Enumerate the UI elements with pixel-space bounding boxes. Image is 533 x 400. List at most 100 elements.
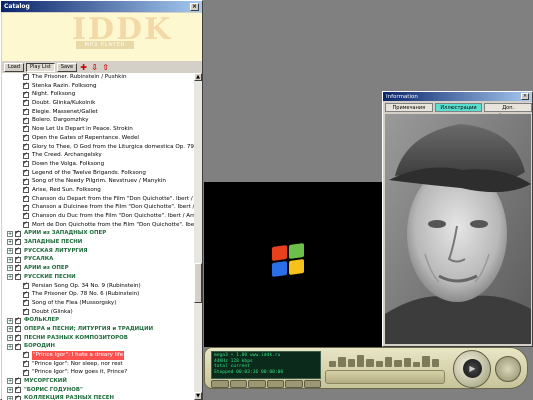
add-icon[interactable]: ✚: [79, 63, 88, 72]
row-checkbox[interactable]: [23, 107, 29, 116]
tab-extra-info[interactable]: Доп. информация: [484, 103, 533, 119]
song-row[interactable]: Arise, Red Sun. Folksong: [2, 185, 194, 195]
load-button[interactable]: Load: [4, 63, 24, 72]
song-row[interactable]: Down the Volga. Folksong: [2, 159, 194, 169]
category-row[interactable]: + БОРОДИН: [2, 342, 194, 351]
transport-button[interactable]: [303, 380, 321, 388]
tab-notes[interactable]: Примечания: [385, 103, 433, 112]
volume-slider[interactable]: [325, 370, 445, 384]
row-checkbox[interactable]: [23, 368, 29, 376]
move-down-icon[interactable]: ⇩: [90, 63, 99, 72]
row-checkbox[interactable]: [23, 116, 29, 124]
row-checkbox[interactable]: [23, 90, 29, 98]
song-row[interactable]: Persian Song Op. 34 No. 9 (Rubinstein): [2, 281, 194, 291]
category-row[interactable]: + РУССКИЕ ПЕСНИ: [2, 272, 194, 282]
info-close-button[interactable]: ×: [521, 93, 529, 100]
expand-icon[interactable]: +: [7, 378, 13, 385]
song-row[interactable]: The Prisoner Op. 78 No. 6 (Rubinstein): [2, 290, 194, 299]
row-checkbox[interactable]: [15, 246, 21, 255]
song-row[interactable]: Now Let Us Depart in Peace. Strokin: [2, 124, 194, 134]
category-row[interactable]: + ПЕСНИ РАЗНЫХ КОМПОЗИТОРОВ: [2, 333, 194, 343]
row-checkbox[interactable]: [15, 385, 21, 394]
row-checkbox[interactable]: [23, 133, 29, 142]
row-checkbox[interactable]: [15, 394, 21, 400]
row-checkbox[interactable]: [23, 124, 29, 133]
row-checkbox[interactable]: [23, 142, 29, 151]
song-row[interactable]: Night. Folksong: [2, 90, 194, 99]
song-row[interactable]: Elegie. Massenet/Gallet: [2, 107, 194, 117]
play-icon[interactable]: ▶: [463, 359, 482, 378]
song-row[interactable]: Stenka Razin. Folksong: [2, 81, 194, 91]
catalog-titlebar[interactable]: Catalog ×: [1, 1, 202, 12]
song-row[interactable]: Open the Gates of Repentance. Wedel: [2, 133, 194, 143]
expand-icon[interactable]: +: [7, 274, 13, 281]
row-checkbox[interactable]: [23, 168, 29, 177]
row-checkbox[interactable]: [23, 194, 29, 203]
row-checkbox[interactable]: [23, 185, 29, 194]
row-checkbox[interactable]: [23, 159, 29, 168]
row-checkbox[interactable]: [15, 237, 21, 246]
category-row[interactable]: + ЗАПАДНЫЕ ПЕСНИ: [2, 237, 194, 247]
video-display[interactable]: [204, 182, 382, 347]
song-row[interactable]: The Creed. Archangelsky: [2, 151, 194, 160]
row-checkbox[interactable]: [23, 98, 29, 107]
info-titlebar[interactable]: Information ×: [383, 92, 532, 101]
tab-illustrations[interactable]: Иллюстрации: [434, 103, 483, 112]
row-checkbox[interactable]: [23, 211, 29, 220]
save-button[interactable]: Save: [56, 63, 78, 72]
transport-button[interactable]: [285, 380, 303, 388]
row-checkbox[interactable]: [15, 255, 21, 263]
expand-icon[interactable]: +: [7, 230, 13, 237]
category-row[interactable]: + "БОРИС ГОДУНОВ": [2, 385, 194, 395]
expand-icon[interactable]: +: [7, 387, 13, 394]
song-row[interactable]: Doubt. Glinka/Kukolnik: [2, 98, 194, 108]
row-checkbox[interactable]: [23, 220, 29, 229]
stop-knob[interactable]: [495, 356, 521, 382]
move-up-icon[interactable]: ⇧: [101, 63, 110, 72]
playlist-button[interactable]: Play List: [26, 63, 55, 72]
expand-icon[interactable]: +: [7, 265, 13, 272]
catalog-close-button[interactable]: ×: [190, 2, 199, 11]
catalog-tree[interactable]: The Prisoner. Rubinstein / Pushkin Stenka…: [2, 73, 194, 400]
transport-button[interactable]: [266, 380, 284, 388]
row-checkbox[interactable]: [15, 316, 21, 324]
song-row[interactable]: Bolero. Dargomzhky: [2, 116, 194, 125]
song-row[interactable]: Chanson du Duc from the Film "Don Quicho…: [2, 211, 194, 221]
transport-button[interactable]: [229, 380, 247, 388]
row-checkbox[interactable]: [23, 151, 29, 159]
expand-icon[interactable]: +: [7, 334, 13, 341]
expand-icon[interactable]: +: [7, 343, 13, 350]
song-row[interactable]: "Prince Igor": Nor sleep, nor rest: [2, 359, 194, 369]
song-row[interactable]: Chanson a Dulcinee from the Film "Don Qu…: [2, 203, 194, 212]
category-row[interactable]: + РУССКАЯ ЛИТУРГИЯ: [2, 246, 194, 256]
row-checkbox[interactable]: [23, 177, 29, 185]
expand-icon[interactable]: +: [7, 239, 13, 246]
catalog-scrollbar[interactable]: ▲ ▼: [194, 73, 202, 400]
category-row[interactable]: + ФОЛЬКЛЕР: [2, 316, 194, 325]
row-checkbox[interactable]: [23, 203, 29, 211]
row-checkbox[interactable]: [15, 333, 21, 342]
category-row[interactable]: + МУСОРГСКИЙ: [2, 376, 194, 386]
row-checkbox[interactable]: [23, 73, 29, 81]
row-checkbox[interactable]: [23, 281, 29, 290]
song-row[interactable]: "Prince Igor": How goes it, Prince?: [2, 368, 194, 377]
row-checkbox[interactable]: [23, 81, 29, 90]
row-checkbox[interactable]: [15, 324, 21, 333]
row-checkbox[interactable]: [15, 376, 21, 385]
song-row[interactable]: Chanson du Depart from the Film "Don Qui…: [2, 194, 194, 204]
song-row[interactable]: Doubt (Glinka): [2, 307, 194, 317]
row-checkbox[interactable]: [23, 307, 29, 316]
song-row[interactable]: Song of the Needy Pilgrim. Nevstruev / M…: [2, 177, 194, 186]
scroll-down-arrow-icon[interactable]: ▼: [194, 392, 202, 400]
row-checkbox[interactable]: [15, 342, 21, 350]
expand-icon[interactable]: +: [7, 317, 13, 324]
category-row[interactable]: + АРИИ из ЗАПАДНЫХ ОПЕР: [2, 229, 194, 238]
song-row[interactable]: Legend of the Twelve Brigands. Folksong: [2, 168, 194, 178]
row-checkbox[interactable]: [23, 359, 29, 368]
category-row[interactable]: + ОПЕРА и ПЕСНИ; ЛИТУРГИЯ и ТРАДИЦИИ: [2, 324, 194, 334]
row-checkbox[interactable]: [15, 229, 21, 237]
expand-icon[interactable]: +: [7, 395, 13, 400]
expand-icon[interactable]: +: [7, 256, 13, 263]
row-checkbox[interactable]: [23, 290, 29, 298]
category-row[interactable]: + КОЛЛЕКЦИЯ РАЗНЫХ ПЕСЕН: [2, 394, 194, 400]
